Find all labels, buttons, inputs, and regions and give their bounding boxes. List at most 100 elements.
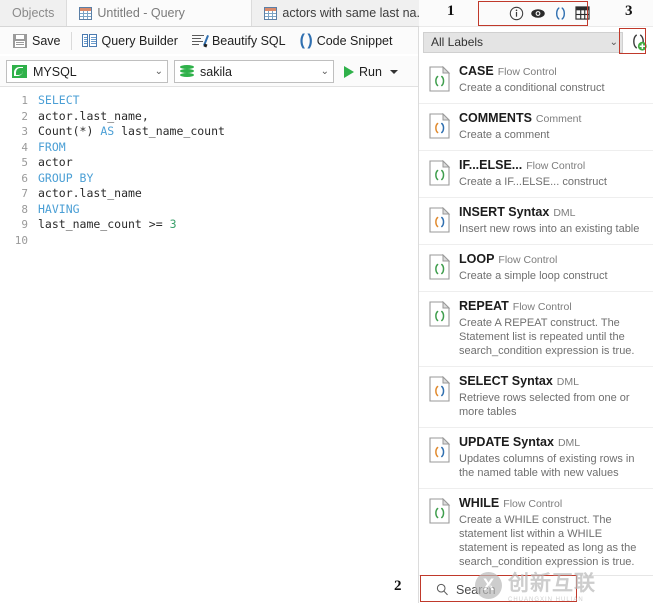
tab-actors-same-last-name[interactable]: actors with same last na... <box>252 0 439 26</box>
snippet-list-item[interactable]: UPDATE Syntax DML Updates columns of exist… <box>419 428 653 489</box>
watermark: X 创新互联 CHUANGXIN HULIAN <box>475 568 650 603</box>
snippet-list-item[interactable]: CASE Flow Control Create a conditional con… <box>419 57 653 104</box>
save-button-label: Save <box>32 33 61 48</box>
grid-icon <box>79 6 93 20</box>
snippet-list-item[interactable]: INSERT Syntax DML Insert new rows into an … <box>419 198 653 245</box>
snippet-title: SELECT Syntax DML <box>459 374 645 389</box>
snippet-description: Create a WHILE construct. The statement … <box>459 514 637 568</box>
snippet-body: IF...ELSE... Flow Control Create a IF...EL… <box>459 158 645 189</box>
snippet-title: INSERT Syntax DML <box>459 205 645 220</box>
snippet-document-icon <box>429 252 451 283</box>
snippet-category: DML <box>553 207 576 219</box>
connection-select[interactable]: MYSQL ⌄ <box>6 60 168 83</box>
snippet-category: Comment <box>535 113 582 125</box>
sql-text: actor.last_name <box>38 186 142 200</box>
chevron-down-icon: ⌄ <box>609 36 618 48</box>
editor-toolbar-secondary: MYSQL ⌄ sakila ⌄ Run <box>0 56 418 87</box>
snippet-document-icon <box>429 205 451 236</box>
code-line: 5 actor <box>0 155 418 171</box>
snippet-body: LOOP Flow Control Create a simple loop con… <box>459 252 645 283</box>
snippet-name: LOOP <box>459 252 495 266</box>
snippet-body: CASE Flow Control Create a conditional con… <box>459 64 645 95</box>
snippet-list-item[interactable]: LOOP Flow Control Create a simple loop con… <box>419 245 653 292</box>
line-number: 6 <box>21 171 28 185</box>
snippet-list-item[interactable]: IF...ELSE... Flow Control Create a IF...EL… <box>419 151 653 198</box>
run-dropdown-caret-icon[interactable] <box>389 69 398 74</box>
snippet-category: Flow Control <box>512 301 572 313</box>
database-select[interactable]: sakila ⌄ <box>174 60 334 83</box>
snippet-list-item[interactable]: COMMENTS Comment Create a comment <box>419 104 653 151</box>
code-text: SELECT <box>38 93 80 109</box>
code-line: 3 Count(*) AS last_name_count <box>0 124 418 140</box>
snippet-document-icon <box>429 496 451 569</box>
line-number: 10 <box>14 233 28 247</box>
label-filter-select[interactable]: All Labels ⌄ <box>423 31 623 53</box>
snippet-description: Create a conditional construct <box>459 82 605 94</box>
save-button[interactable]: Save <box>6 30 68 52</box>
database-select-value: sakila <box>200 64 232 79</box>
snippet-title: COMMENTS Comment <box>459 111 645 126</box>
snippet-name: CASE <box>459 64 494 78</box>
code-line: 10 <box>0 233 418 249</box>
tab-objects[interactable]: Objects <box>0 0 68 26</box>
code-text: actor.last_name, <box>38 109 149 125</box>
tab-untitled-query[interactable]: Untitled - Query <box>67 0 253 26</box>
database-icon <box>180 65 194 78</box>
snippet-filter-row: All Labels ⌄ <box>419 28 653 56</box>
tab-actors-label: actors with same last na... <box>282 6 427 20</box>
snippet-name: IF...ELSE... <box>459 158 523 172</box>
snippet-name: WHILE <box>459 496 500 510</box>
snippet-list-item[interactable]: REPEAT Flow Control Create A REPEAT constr… <box>419 292 653 367</box>
code-text: Count(*) AS last_name_count <box>38 124 225 140</box>
snippet-body: COMMENTS Comment Create a comment <box>459 111 645 142</box>
annotation-number-3: 3 <box>625 3 633 19</box>
sql-keyword: FROM <box>38 139 66 154</box>
toolbar-divider <box>70 31 72 50</box>
run-button[interactable]: Run <box>340 65 398 79</box>
tab-objects-label: Objects <box>12 6 55 20</box>
snippet-description: Updates columns of existing rows in the … <box>459 453 635 479</box>
code-text: HAVING <box>38 202 80 218</box>
editor-toolbar-primary: Save Query Builder Beautify SQL ( ) Code… <box>0 27 418 54</box>
sql-text: actor.last_name, <box>38 108 149 123</box>
snippet-description: Insert new rows into an existing table <box>459 223 640 235</box>
annotation-box-3 <box>619 28 646 54</box>
snippet-title: LOOP Flow Control <box>459 252 645 267</box>
snippet-body: SELECT Syntax DML Retrieve rows selected f… <box>459 374 645 419</box>
snippet-title: WHILE Flow Control <box>459 496 645 511</box>
snippet-title: IF...ELSE... Flow Control <box>459 158 645 173</box>
annotation-box-1 <box>478 1 588 26</box>
snippet-title: UPDATE Syntax DML <box>459 435 645 450</box>
snippet-category: Flow Control <box>526 160 586 172</box>
snippet-list-item[interactable]: WHILE Flow Control Create a WHILE construc… <box>419 489 653 575</box>
code-text: FROM <box>38 140 66 156</box>
snippet-body: UPDATE Syntax DML Updates columns of exist… <box>459 435 645 480</box>
code-snippet-button[interactable]: ( ) Code Snippet <box>293 30 400 52</box>
sql-keyword: GROUP BY <box>38 170 94 185</box>
mysql-icon <box>12 65 27 78</box>
snippet-document-icon <box>429 299 451 358</box>
save-icon <box>13 33 27 48</box>
query-builder-button[interactable]: Query Builder <box>75 30 185 52</box>
annotation-number-2: 2 <box>394 578 402 594</box>
snippet-category: Flow Control <box>497 66 557 78</box>
snippet-list-item[interactable]: SELECT Syntax DML Retrieve rows selected f… <box>419 367 653 428</box>
snippet-body: WHILE Flow Control Create a WHILE construc… <box>459 496 645 569</box>
sql-keyword: AS <box>100 124 115 138</box>
snippet-description: Create a comment <box>459 129 550 141</box>
sql-editor[interactable]: 1 SELECT 2 actor.last_name, 3 Count(*) AS las… <box>0 87 418 603</box>
tab-untitled-query-label: Untitled - Query <box>97 6 185 20</box>
code-line: 9 last_name_count >= 3 <box>0 217 418 233</box>
parentheses-icon: ( ) <box>299 32 313 49</box>
snippet-document-icon <box>429 435 451 480</box>
code-line: 7 actor.last_name <box>0 186 418 202</box>
snippet-list[interactable]: CASE Flow Control Create a conditional con… <box>419 57 653 575</box>
chevron-down-icon: ⌄ <box>154 66 163 77</box>
beautify-sql-button[interactable]: Beautify SQL <box>185 30 293 52</box>
beautify-sql-label: Beautify SQL <box>211 33 286 48</box>
line-number: 1 <box>21 94 28 107</box>
snippet-body: REPEAT Flow Control Create A REPEAT constr… <box>459 299 645 358</box>
query-builder-icon <box>81 34 97 47</box>
line-number: 3 <box>21 125 28 138</box>
snippet-description: Create a IF...ELSE... construct <box>459 176 607 188</box>
